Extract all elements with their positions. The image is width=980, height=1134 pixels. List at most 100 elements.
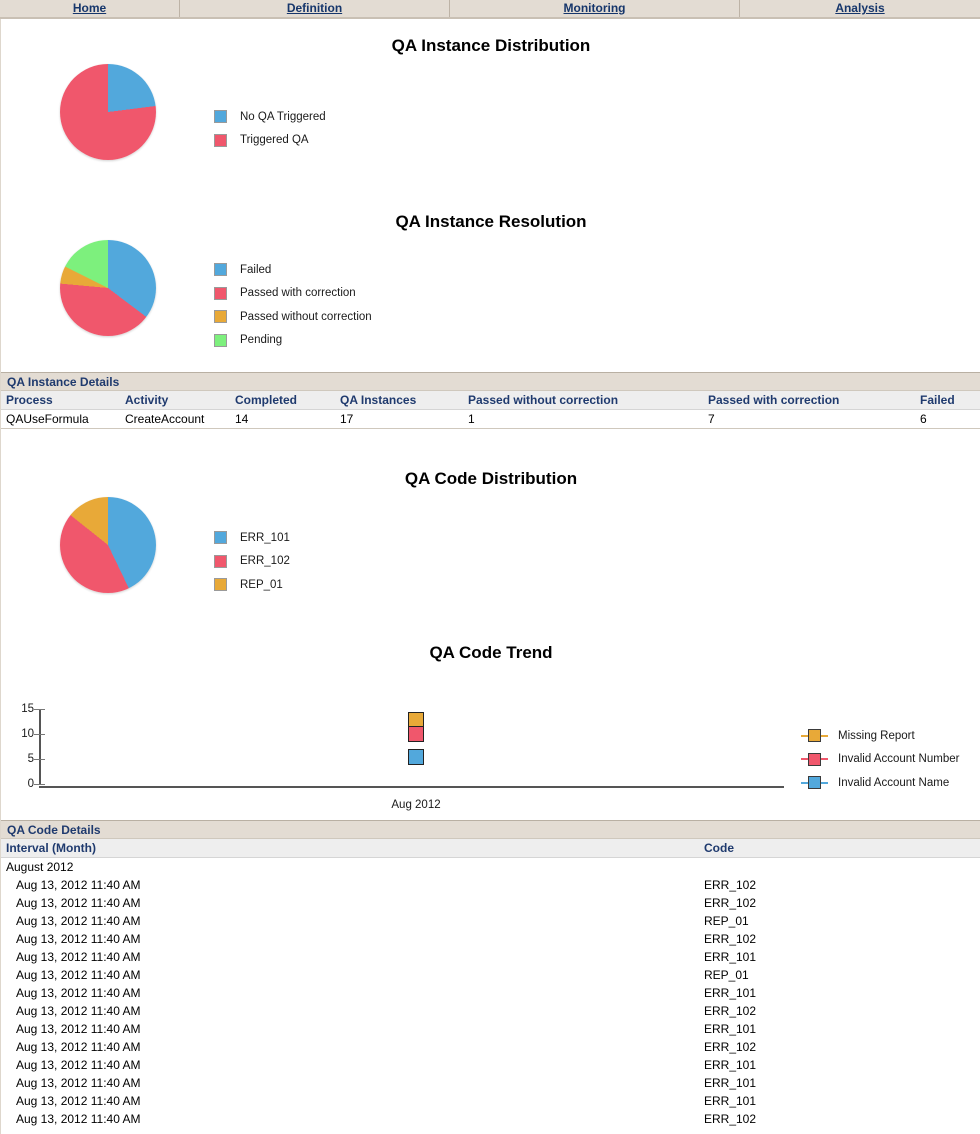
y-axis-tick-mark [34, 759, 45, 760]
data-marker-invalid-account-name[interactable] [408, 749, 424, 765]
tab-home[interactable]: Home [0, 0, 180, 17]
column-header-interval-month[interactable]: Interval (Month) [6, 839, 96, 857]
tab-home-label: Home [72, 1, 107, 15]
cell-completed: 14 [235, 412, 249, 426]
qa-instance-distribution-pie [60, 64, 156, 160]
legend-swatch-no-qa-triggered [214, 110, 227, 124]
legend-label-invalid-account-number: Invalid Account Number [838, 753, 960, 766]
table-row[interactable]: Aug 13, 2012 11:40 AM REP_01 [1, 912, 980, 930]
legend-swatch-failed [214, 263, 227, 277]
legend-swatch-rep-01 [214, 578, 227, 592]
legend-line-stub [801, 781, 808, 784]
y-axis-tick-mark [34, 709, 45, 710]
y-axis-tick-mark [34, 784, 45, 785]
cell-code: ERR_101 [704, 1094, 757, 1108]
y-tick-15: 15 [21, 703, 34, 715]
column-header-passed-with-correction[interactable]: Passed with correction [708, 391, 839, 409]
cell-passed-without-correction: 1 [468, 412, 475, 426]
legend-label-pending: Pending [240, 334, 283, 347]
tab-analysis[interactable]: Analysis [740, 0, 980, 17]
legend-line-stub [821, 781, 828, 784]
cell-code: ERR_101 [704, 1076, 757, 1090]
column-header-failed[interactable]: Failed [920, 391, 955, 409]
cell-code: ERR_102 [704, 1040, 757, 1054]
cell-interval: Aug 13, 2012 11:40 AM [16, 1004, 141, 1018]
cell-code: REP_01 [704, 968, 749, 982]
data-marker-invalid-account-number[interactable] [408, 726, 424, 742]
legend-label-failed: Failed [240, 263, 272, 276]
column-header-process[interactable]: Process [6, 391, 53, 409]
cell-passed-with-correction: 7 [708, 412, 715, 426]
tab-monitoring[interactable]: Monitoring [450, 0, 740, 17]
legend-label-err-102: ERR_102 [240, 555, 290, 568]
legend-swatch-err-101 [214, 531, 227, 545]
qa-instance-distribution-title: QA Instance Distribution [391, 36, 591, 55]
cell-interval: Aug 13, 2012 11:40 AM [16, 1058, 141, 1072]
qa-code-distribution-legend: ERR_101 ERR_102 REP_01 [214, 526, 290, 597]
cell-interval: Aug 13, 2012 11:40 AM [16, 932, 141, 946]
table-row[interactable]: Aug 13, 2012 11:40 AM ERR_102 [1, 1002, 980, 1020]
table-row[interactable]: Aug 13, 2012 11:40 AM ERR_101 [1, 1020, 980, 1038]
table-row[interactable]: Aug 13, 2012 11:40 AM ERR_101 [1, 1092, 980, 1110]
table-row[interactable]: QAUseFormula CreateAccount 14 17 1 7 6 [1, 410, 980, 428]
column-header-qa-instances[interactable]: QA Instances [340, 391, 416, 409]
tab-definition[interactable]: Definition [180, 0, 450, 17]
column-header-passed-without-correction[interactable]: Passed without correction [468, 391, 618, 409]
legend-label-triggered-qa: Triggered QA [240, 134, 309, 147]
legend-label-no-qa-triggered: No QA Triggered [240, 110, 326, 123]
legend-item: Invalid Account Number [801, 748, 959, 772]
table-row[interactable]: Aug 13, 2012 11:40 AM ERR_101 [1, 984, 980, 1002]
cell-group-label: August 2012 [6, 860, 74, 874]
cell-code: REP_01 [704, 914, 749, 928]
qa-code-distribution-pie [60, 497, 156, 593]
table-row[interactable]: Aug 13, 2012 11:40 AM ERR_102 [1, 1110, 980, 1128]
legend-swatch-missing-report [808, 729, 821, 743]
legend-label-missing-report: Missing Report [838, 729, 915, 742]
table-row[interactable]: Aug 13, 2012 11:40 AM ERR_101 [1, 1056, 980, 1074]
x-axis-line [39, 786, 784, 788]
table-row[interactable]: Aug 13, 2012 11:40 AM ERR_102 [1, 1038, 980, 1056]
cell-interval: Aug 13, 2012 11:40 AM [16, 896, 141, 910]
qa-instance-resolution-title: QA Instance Resolution [395, 212, 587, 231]
legend-label-invalid-account-name: Invalid Account Name [838, 776, 950, 789]
column-header-completed[interactable]: Completed [235, 391, 297, 409]
y-tick-5: 5 [27, 753, 34, 765]
cell-interval: Aug 13, 2012 11:40 AM [16, 986, 141, 1000]
legend-item: Invalid Account Name [801, 771, 959, 795]
group-row-august-2012[interactable]: August 2012 [1, 858, 980, 876]
legend-swatch-invalid-account-number [808, 752, 821, 766]
cell-interval: Aug 13, 2012 11:40 AM [16, 1094, 141, 1108]
cell-code: ERR_101 [704, 986, 757, 1000]
cell-interval: Aug 13, 2012 11:40 AM [16, 1022, 141, 1036]
table-row[interactable]: Aug 13, 2012 11:40 AM ERR_102 [1, 894, 980, 912]
x-tick-aug-2012: Aug 2012 [391, 799, 441, 811]
qa-code-details-header-row: Interval (Month) Code [1, 839, 980, 858]
tab-monitoring-label: Monitoring [563, 1, 626, 15]
legend-swatch-passed-without-correction [214, 310, 227, 324]
qa-code-details-caption: QA Code Details [1, 821, 980, 839]
cell-code: ERR_102 [704, 932, 757, 946]
qa-code-trend-legend: Missing Report Invalid Account Number In… [801, 724, 959, 795]
table-row[interactable]: Aug 13, 2012 11:40 AM ERR_102 [1, 930, 980, 948]
table-row[interactable]: Aug 13, 2012 11:40 AM ERR_101 [1, 948, 980, 966]
legend-line-stub [821, 734, 828, 737]
legend-item: ERR_102 [214, 550, 290, 574]
column-header-code[interactable]: Code [704, 839, 734, 857]
cell-code: ERR_102 [704, 1112, 757, 1126]
cell-code: ERR_101 [704, 1058, 757, 1072]
legend-item: Passed without correction [214, 305, 372, 329]
tab-definition-label: Definition [286, 1, 343, 15]
cell-activity: CreateAccount [125, 412, 205, 426]
column-header-activity[interactable]: Activity [125, 391, 168, 409]
table-row[interactable]: Aug 13, 2012 11:40 AM ERR_101 [1, 1074, 980, 1092]
legend-line-stub [801, 734, 808, 737]
y-tick-0: 0 [27, 778, 34, 790]
legend-line-stub [801, 758, 808, 761]
legend-label-err-101: ERR_101 [240, 531, 290, 544]
table-row[interactable]: Aug 13, 2012 11:40 AM ERR_102 [1, 876, 980, 894]
legend-label-passed-without-correction: Passed without correction [240, 310, 372, 323]
legend-item: REP_01 [214, 573, 290, 597]
qa-instance-details-header-row: Process Activity Completed QA Instances … [1, 391, 980, 410]
table-row[interactable]: Aug 13, 2012 11:40 AM REP_01 [1, 966, 980, 984]
cell-failed: 6 [920, 412, 927, 426]
